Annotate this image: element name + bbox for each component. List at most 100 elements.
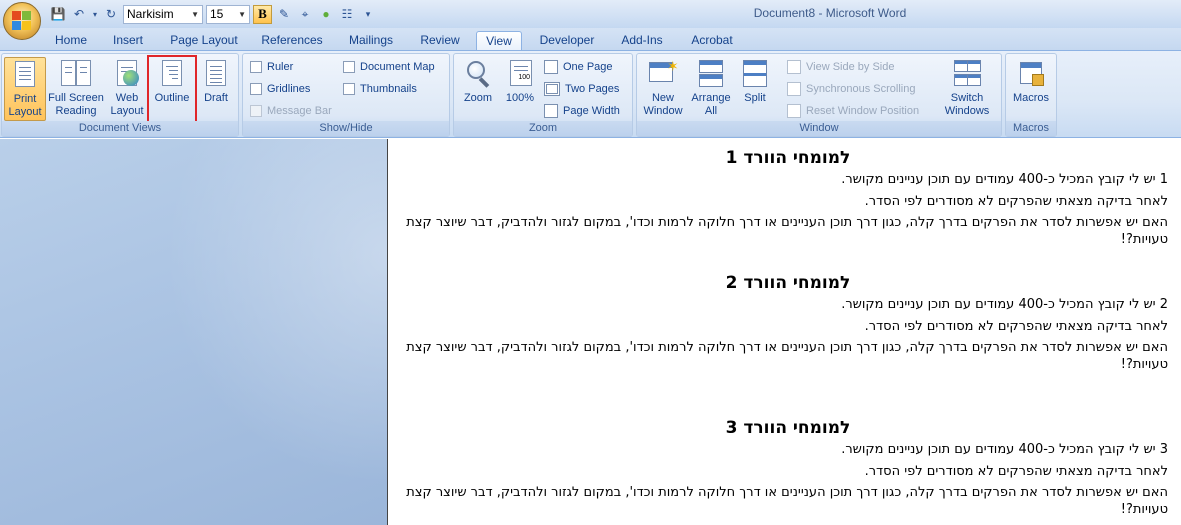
full-screen-reading-button[interactable]: Full Screen Reading	[48, 57, 104, 121]
customize-toolbar-icon[interactable]: ▾	[359, 5, 377, 23]
window-group-label: Window	[637, 121, 1001, 136]
bold-button[interactable]: B	[253, 4, 272, 24]
tab-home[interactable]: Home	[50, 31, 92, 50]
office-button[interactable]	[3, 2, 41, 40]
undo-dropdown-icon[interactable]: ▾	[91, 5, 99, 23]
macros-group-label: Macros	[1006, 121, 1056, 136]
print-layout-button[interactable]: Print Layout	[4, 57, 46, 121]
tab-mailings[interactable]: Mailings	[342, 31, 400, 50]
font-size-value: 15	[210, 7, 224, 21]
split-button[interactable]: Split	[735, 57, 775, 121]
group-document-views: Print Layout Full Screen Reading Web Lay…	[1, 53, 239, 137]
split-icon	[741, 58, 769, 90]
paragraph-line2[interactable]: לאחר בדיקה מצאתי שהפרקים לא מסודרים לפי …	[388, 463, 1168, 481]
full-screen-reading-icon	[60, 58, 92, 90]
switch-windows-button[interactable]: Switch Windows	[935, 57, 999, 121]
web-layout-button[interactable]: Web Layout	[106, 57, 148, 121]
switch-windows-label: Switch Windows	[944, 92, 990, 117]
group-window: ✶ New Window Arrange All Split View Side…	[636, 53, 1002, 137]
save-icon[interactable]: 💾	[49, 5, 67, 23]
web-layout-label: Web Layout	[110, 92, 144, 117]
font-size-combo[interactable]: 15 ▼	[206, 4, 250, 24]
message-bar-checkbox-box[interactable]	[250, 105, 262, 117]
two-pages-icon	[544, 82, 560, 96]
zoom-label: Zoom	[463, 92, 493, 104]
tab-developer[interactable]: Developer	[534, 31, 600, 50]
macros-button[interactable]: Macros	[1009, 57, 1053, 121]
chevron-down-icon: ▼	[191, 9, 199, 19]
document-page[interactable]: למומחי הוורד 1 1 יש לי קובץ המכיל כ-400 …	[387, 139, 1181, 525]
synchronous-scrolling-button[interactable]: Synchronous Scrolling	[787, 80, 915, 98]
document-views-group-label: Document Views	[2, 121, 238, 136]
message-bar-checkbox[interactable]: Message Bar	[250, 102, 332, 120]
new-window-button[interactable]: ✶ New Window	[639, 57, 687, 121]
paragraph-line1[interactable]: 1 יש לי קובץ המכיל כ-400 עמודים עם תוכן …	[388, 171, 1168, 189]
format-painter-icon[interactable]: ✎	[275, 5, 293, 23]
split-label: Split	[744, 92, 766, 104]
section-heading[interactable]: למומחי הוורד 3	[408, 417, 1168, 439]
reset-window-position-button[interactable]: Reset Window Position	[787, 102, 919, 120]
one-page-icon	[544, 60, 558, 74]
show-hide-group-label: Show/Hide	[243, 121, 449, 136]
group-macros: Macros Macros	[1005, 53, 1057, 137]
thumbnails-checkbox-box[interactable]	[343, 83, 355, 95]
paragraph-line3[interactable]: האם יש אפשרות לסדר את הפרקים בדרך קלה, כ…	[388, 339, 1168, 373]
thumbnails-label: Thumbnails	[360, 83, 417, 95]
synchronous-scrolling-icon	[787, 82, 801, 96]
tab-acrobat[interactable]: Acrobat	[684, 31, 740, 50]
font-name-combo[interactable]: Narkisim ▼	[123, 4, 203, 24]
document-map-checkbox-box[interactable]	[343, 61, 355, 73]
view-side-by-side-button[interactable]: View Side by Side	[787, 58, 894, 76]
page-width-button[interactable]: Page Width	[544, 102, 620, 120]
thumbnails-checkbox[interactable]: Thumbnails	[343, 80, 417, 98]
paragraph-line2[interactable]: לאחר בדיקה מצאתי שהפרקים לא מסודרים לפי …	[388, 318, 1168, 336]
gridlines-checkbox-box[interactable]	[250, 83, 262, 95]
paragraph-line2[interactable]: לאחר בדיקה מצאתי שהפרקים לא מסודרים לפי …	[388, 193, 1168, 211]
zoom-button[interactable]: Zoom	[456, 57, 500, 121]
one-page-label: One Page	[563, 61, 613, 73]
message-bar-label: Message Bar	[267, 105, 332, 117]
ruler-label: Ruler	[267, 61, 294, 73]
ruler-checkbox[interactable]: Ruler	[250, 58, 293, 76]
full-screen-reading-label: Full Screen Reading	[48, 92, 104, 117]
magnifier-icon	[464, 58, 492, 90]
paragraph-line1[interactable]: 2 יש לי קובץ המכיל כ-400 עמודים עם תוכן …	[388, 296, 1168, 314]
chevron-down-icon: ▼	[238, 9, 246, 19]
paragraph-line3[interactable]: האם יש אפשרות לסדר את הפרקים בדרך קלה, כ…	[388, 214, 1168, 248]
redo-icon[interactable]: ↻	[102, 5, 120, 23]
document-section-3: למומחי הוורד 3 3 יש לי קובץ המכיל כ-400 …	[388, 417, 1168, 518]
arrange-all-button[interactable]: Arrange All	[687, 57, 735, 121]
tab-view[interactable]: View	[476, 31, 522, 50]
group-zoom: Zoom 100 100% One Page Two Pages Page Wi…	[453, 53, 633, 137]
undo-icon[interactable]: ↶	[70, 5, 88, 23]
office-logo-icon	[12, 11, 32, 31]
section-heading[interactable]: למומחי הוורד 1	[408, 147, 1168, 169]
font-name-value: Narkisim	[127, 7, 174, 21]
window-title: Document8 - Microsoft Word	[753, 6, 907, 20]
one-page-button[interactable]: One Page	[544, 58, 613, 76]
gridlines-checkbox[interactable]: Gridlines	[250, 80, 310, 98]
synchronous-scrolling-label: Synchronous Scrolling	[806, 83, 916, 95]
section-heading[interactable]: למומחי הוורד 2	[408, 272, 1168, 294]
draft-label: Draft	[204, 92, 228, 104]
page-width-label: Page Width	[563, 105, 620, 117]
document-map-checkbox[interactable]: Document Map	[343, 58, 435, 76]
view-side-by-side-label: View Side by Side	[806, 61, 895, 73]
ribbon: Print Layout Full Screen Reading Web Lay…	[0, 50, 1181, 138]
paragraph-line1[interactable]: 3 יש לי קובץ המכיל כ-400 עמודים עם תוכן …	[388, 441, 1168, 459]
macros-icon	[1017, 58, 1045, 90]
tab-review[interactable]: Review	[414, 31, 466, 50]
tab-references[interactable]: References	[256, 31, 328, 50]
tab-insert[interactable]: Insert	[106, 31, 150, 50]
tab-page-layout[interactable]: Page Layout	[166, 31, 242, 50]
circle-icon[interactable]: ●	[317, 5, 335, 23]
draft-button[interactable]: Draft	[196, 57, 236, 121]
tab-add-ins[interactable]: Add-Ins	[614, 31, 670, 50]
ruler-checkbox-box[interactable]	[250, 61, 262, 73]
zoom-100-button[interactable]: 100 100%	[500, 57, 540, 121]
document-area: למומחי הוורד 1 1 יש לי קובץ המכיל כ-400 …	[0, 139, 1181, 525]
select-objects-icon[interactable]: ⌖	[296, 5, 314, 23]
two-pages-button[interactable]: Two Pages	[544, 80, 619, 98]
paragraph-line3[interactable]: האם יש אפשרות לסדר את הפרקים בדרך קלה, כ…	[388, 484, 1168, 518]
org-chart-icon[interactable]: ☷	[338, 5, 356, 23]
